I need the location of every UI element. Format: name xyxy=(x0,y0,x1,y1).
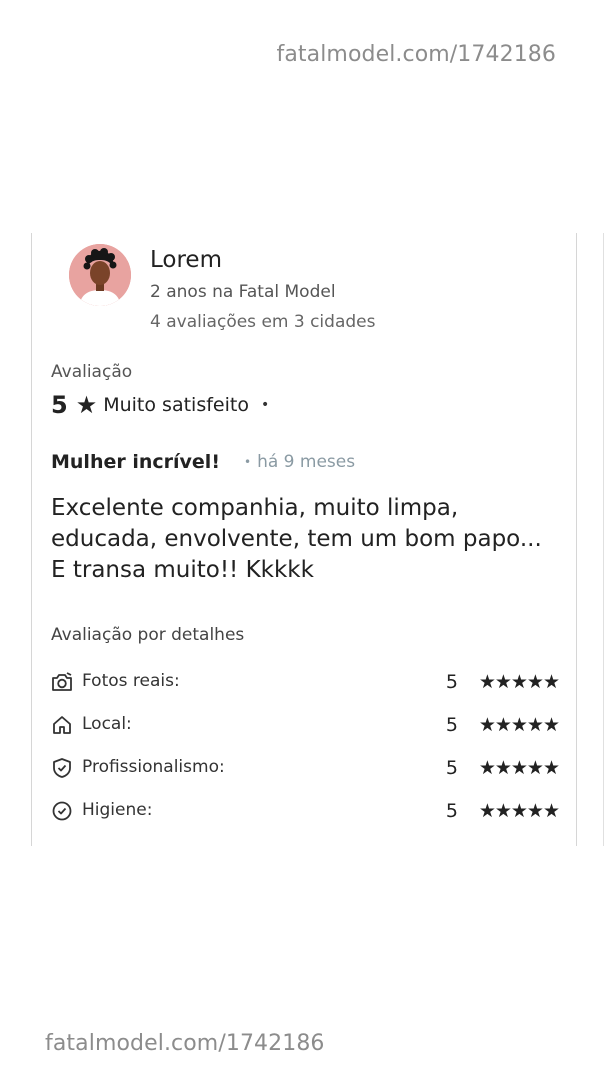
detail-row-fotos-reais: Fotos reais: 5 ★★★★★ xyxy=(51,669,560,697)
adjacent-card-edge xyxy=(603,233,604,846)
review-body: Excelente companhia, muito limpa, educad… xyxy=(51,495,542,583)
detail-label: Local: xyxy=(82,714,132,734)
detail-stars: ★★★★★ xyxy=(478,757,560,779)
rating-text: Muito satisfeito xyxy=(103,394,249,416)
details-title: Avaliação por detalhes xyxy=(51,625,245,645)
review-title: Mulher incrível! xyxy=(51,451,220,473)
detail-score: 5 xyxy=(445,714,458,736)
person-avatar-icon xyxy=(69,244,131,306)
rating-row: 5 ★ Muito satisfeito • xyxy=(51,391,269,419)
watermark-bottom: fatalmodel.com/1742186 xyxy=(45,1031,325,1056)
detail-stars: ★★★★★ xyxy=(478,714,560,736)
rating-score: 5 xyxy=(51,391,68,419)
reviewer-reviews-summary: 4 avaliações em 3 cidades xyxy=(150,312,376,332)
detail-label: Fotos reais: xyxy=(82,671,180,691)
detail-row-profissionalismo: Profissionalismo: 5 ★★★★★ xyxy=(51,755,560,783)
detail-score: 5 xyxy=(445,671,458,693)
rating-label: Avaliação xyxy=(51,362,133,382)
star-icon: ★ xyxy=(75,391,98,419)
watermark-top: fatalmodel.com/1742186 xyxy=(276,42,556,67)
review-header: Mulher incrível! • há 9 meses xyxy=(51,451,355,473)
review-card: Lorem 2 anos na Fatal Model 4 avaliações… xyxy=(31,233,577,846)
shield-check-icon xyxy=(51,757,73,779)
camera-icon xyxy=(51,671,73,693)
rating-dot: • xyxy=(260,397,270,413)
page: fatalmodel.com/1742186 Lorem 2 anos na F… xyxy=(0,0,608,1080)
detail-row-local: Local: 5 ★★★★★ xyxy=(51,712,560,740)
review-time: há 9 meses xyxy=(257,452,356,472)
detail-stars: ★★★★★ xyxy=(478,671,560,693)
detail-label: Higiene: xyxy=(82,800,153,820)
reviewer-tenure: 2 anos na Fatal Model xyxy=(150,282,336,302)
check-circle-icon xyxy=(51,800,73,822)
detail-score: 5 xyxy=(445,800,458,822)
detail-stars: ★★★★★ xyxy=(478,800,560,822)
review-time-dot: • xyxy=(243,455,252,469)
home-icon xyxy=(51,714,73,736)
reviewer-name: Lorem xyxy=(150,247,222,273)
detail-label: Profissionalismo: xyxy=(82,757,225,777)
detail-row-higiene: Higiene: 5 ★★★★★ xyxy=(51,798,560,826)
detail-score: 5 xyxy=(445,757,458,779)
